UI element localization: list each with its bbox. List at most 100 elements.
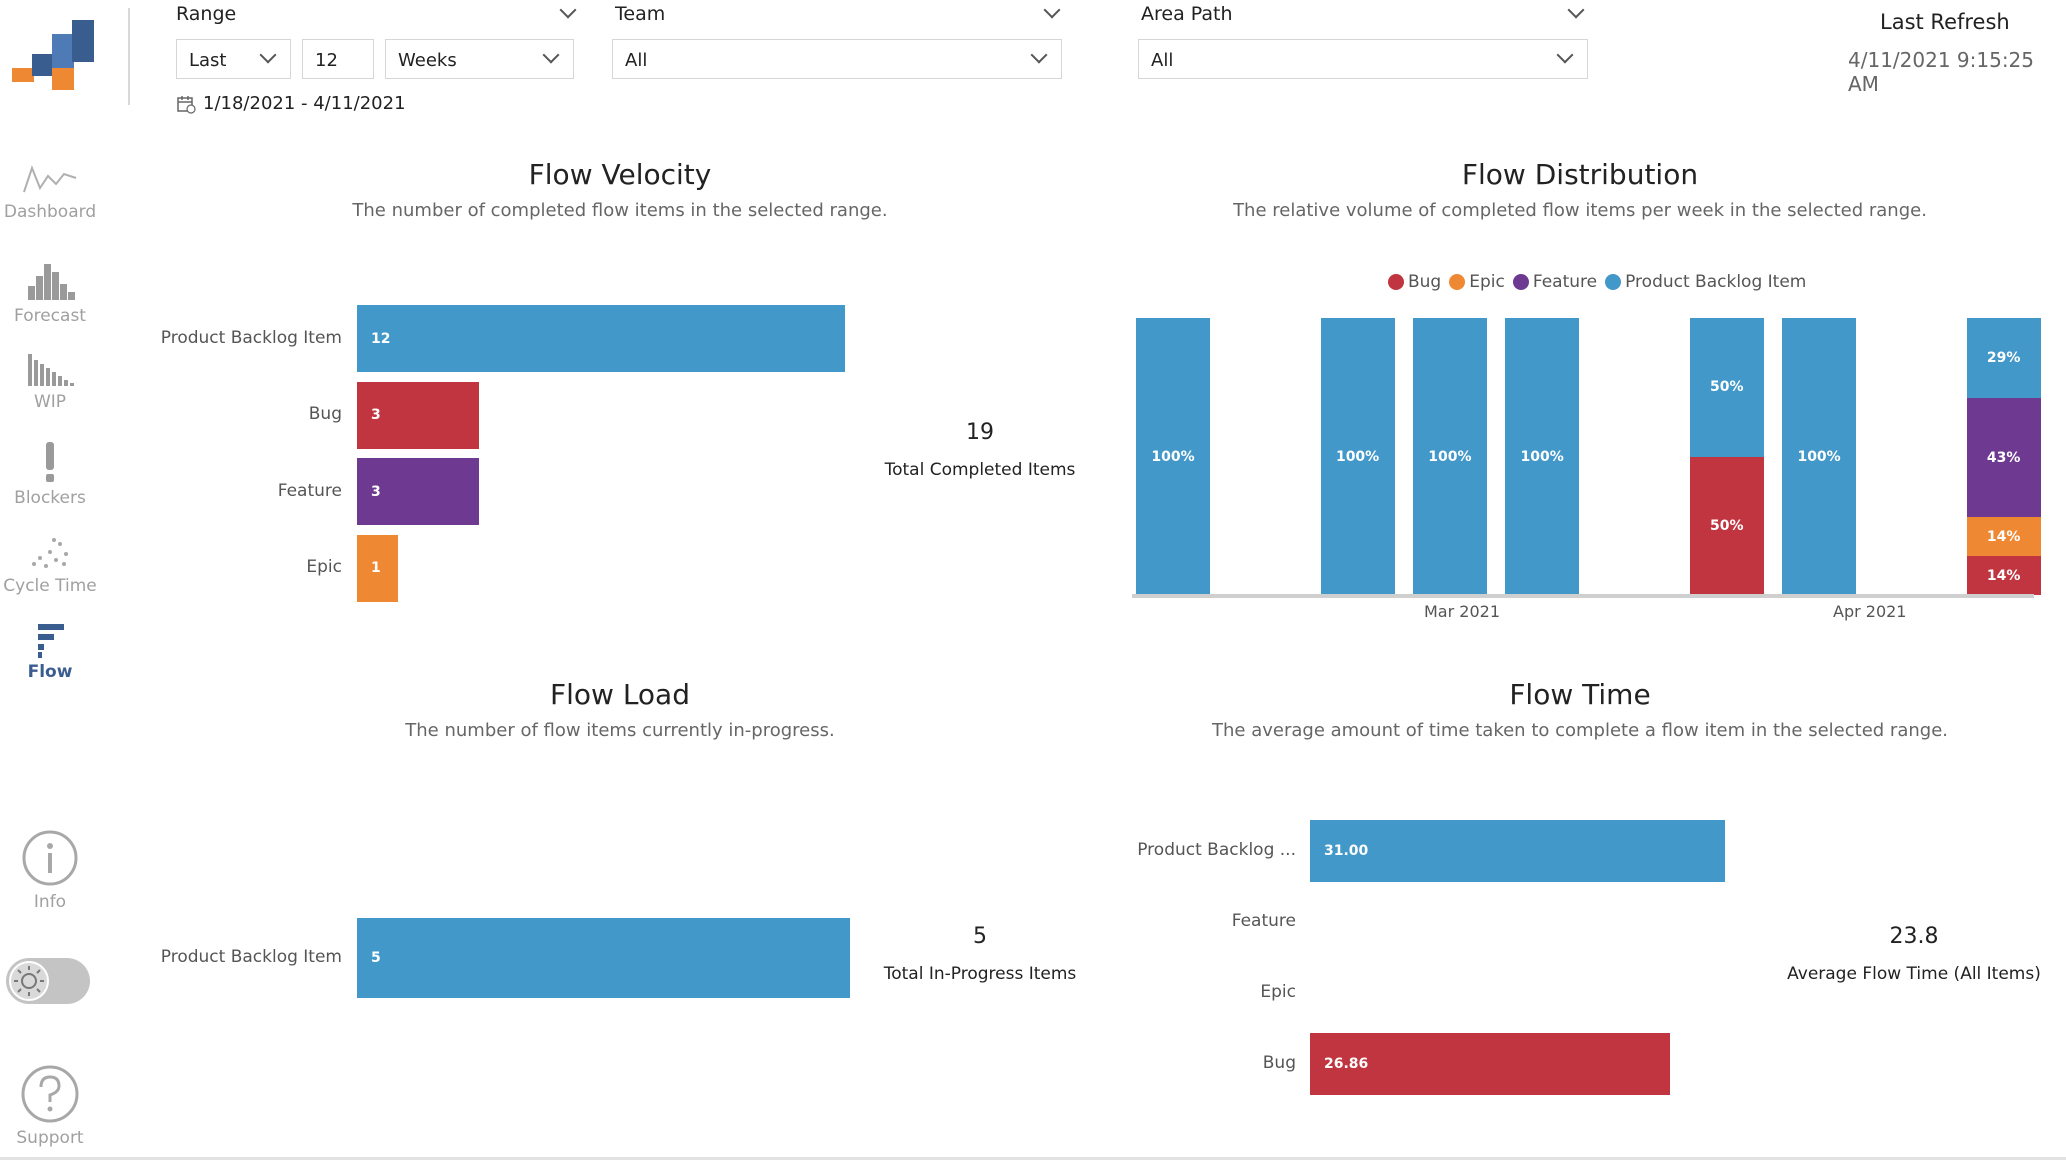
- category-label-epic: Epic: [1260, 982, 1296, 1002]
- bar-epic[interactable]: 1: [357, 534, 398, 602]
- nav-wip[interactable]: WIP: [0, 352, 100, 412]
- chevron-down-icon: [1030, 46, 1048, 64]
- segment-percent-label: 14%: [1986, 528, 2021, 545]
- segment-percent-label: 50%: [1710, 517, 1744, 534]
- category-label-product-backlog-item: Product Backlog Item: [160, 947, 342, 967]
- flow-load-subtitle: The number of flow items currently in-pr…: [405, 720, 835, 741]
- flow-velocity-title: Flow Velocity: [528, 158, 712, 191]
- team-collapse-chevron-icon[interactable]: [1043, 1, 1061, 19]
- segment-percent-label: 100%: [1428, 448, 1472, 465]
- bar-value-label: 31.00: [1324, 843, 1369, 859]
- legend-item-bug[interactable]: Bug: [1388, 272, 1441, 292]
- flow-bars-icon: [38, 624, 64, 658]
- dashboard-line-icon: [23, 165, 77, 193]
- segment-product-backlog-item[interactable]: 50%: [1689, 318, 1764, 457]
- legend-dot-epic: [1449, 274, 1466, 290]
- segment-percent-label: 14%: [1986, 567, 2021, 584]
- range-count-input[interactable]: 12: [302, 39, 374, 79]
- bar-bug[interactable]: 3: [357, 381, 480, 449]
- bar-value-label: 5: [371, 950, 381, 966]
- segment-percent-label: 100%: [1335, 448, 1380, 465]
- team-label: Team: [615, 3, 666, 25]
- legend-item-epic[interactable]: Epic: [1449, 272, 1505, 292]
- legend-dot-feature: [1512, 274, 1529, 290]
- bar-feature[interactable]: 3: [357, 458, 480, 525]
- flow-time-subtitle: The average amount of time taken to comp…: [1212, 720, 1948, 741]
- flow-velocity-subtitle: The number of completed flow items in th…: [352, 200, 888, 221]
- segment-product-backlog-item[interactable]: 100%: [1136, 318, 1210, 595]
- legend-label-pbi: Product Backlog Item: [1625, 272, 1807, 292]
- nav-forecast-label: Forecast: [14, 306, 86, 326]
- toggle-knob: [9, 961, 49, 1001]
- segment-epic[interactable]: 14%: [1966, 517, 2041, 557]
- time-kpi-value: 23.8: [1889, 924, 1939, 949]
- bar-product-backlog-item[interactable]: 5: [357, 918, 850, 998]
- nav-forecast[interactable]: Forecast: [0, 262, 100, 326]
- velocity-kpi-value: 19: [966, 420, 994, 445]
- bar-value-label: 3: [371, 483, 381, 500]
- range-unit-value: Weeks: [398, 50, 457, 71]
- segment-product-backlog-item[interactable]: 100%: [1505, 318, 1580, 595]
- category-label-bug: Bug: [1262, 1053, 1296, 1073]
- info-icon: [22, 830, 78, 886]
- segment-feature[interactable]: 43%: [1966, 398, 2041, 518]
- range-dates: 1/18/2021 - 4/11/2021: [203, 93, 406, 114]
- nav-cycle-time-label: Cycle Time: [3, 576, 97, 596]
- sidebar: Dashboard Forecast WIP Blockers Cycle Ti…: [0, 0, 130, 1160]
- sun-icon: [14, 966, 44, 996]
- segment-product-backlog-item[interactable]: 100%: [1320, 318, 1395, 595]
- area-path-value: All: [1151, 50, 1174, 71]
- segment-product-backlog-item[interactable]: 100%: [1412, 318, 1487, 595]
- legend-label-feature: Feature: [1532, 272, 1598, 292]
- category-label-product-backlog: Product Backlog ...: [1137, 840, 1296, 860]
- team-select[interactable]: All: [612, 39, 1062, 79]
- range-unit-select[interactable]: Weeks: [385, 39, 574, 79]
- legend-label-epic: Epic: [1469, 272, 1505, 292]
- range-collapse-chevron-icon[interactable]: [559, 1, 577, 19]
- nav-flow-label: Flow: [27, 662, 73, 682]
- segment-percent-label: 43%: [1986, 449, 2021, 466]
- chevron-down-icon: [259, 46, 277, 64]
- load-kpi-label: Total In-Progress Items: [883, 964, 1077, 984]
- segment-bug[interactable]: 50%: [1689, 456, 1764, 595]
- velocity-kpi-label: Total Completed Items: [884, 460, 1076, 480]
- nav-support-label: Support: [16, 1128, 84, 1148]
- chevron-down-icon: [542, 46, 560, 64]
- last-refresh-time: 4/11/2021 9:15:25 AM: [1848, 48, 2035, 96]
- segment-product-backlog-item[interactable]: 100%: [1782, 318, 1857, 595]
- calendar-icon[interactable]: [176, 94, 196, 114]
- nav-support[interactable]: Support: [0, 1064, 100, 1148]
- segment-percent-label: 50%: [1710, 379, 1744, 396]
- bar-product-backlog[interactable]: 31.00: [1310, 820, 1726, 882]
- category-label-epic: Epic: [306, 557, 342, 577]
- range-mode-value: Last: [189, 50, 227, 71]
- distribution-baseline: [1132, 594, 2034, 598]
- legend-dot-pbi: [1605, 274, 1622, 290]
- category-label-feature: Feature: [1231, 911, 1296, 931]
- segment-product-backlog-item[interactable]: 29%: [1966, 318, 2041, 399]
- area-path-select[interactable]: All: [1138, 39, 1588, 79]
- legend-item-pbi[interactable]: Product Backlog Item: [1605, 272, 1806, 292]
- distribution-legend: Bug Epic Feature Product Backlog Item: [1388, 272, 1814, 292]
- segment-percent-label: 100%: [1797, 448, 1841, 465]
- segment-percent-label: 100%: [1520, 448, 1564, 465]
- bar-value-label: 3: [371, 407, 381, 423]
- category-label-feature: Feature: [277, 480, 342, 501]
- help-icon: [21, 1065, 79, 1123]
- bar-bug[interactable]: 26.86: [1310, 1033, 1670, 1095]
- nav-dashboard-label: Dashboard: [3, 202, 97, 222]
- nav-dashboard[interactable]: Dashboard: [0, 162, 100, 222]
- nav-info[interactable]: Info: [0, 828, 100, 912]
- area-path-label: Area Path: [1141, 3, 1233, 25]
- category-label-product-backlog-item: Product Backlog Item: [160, 327, 342, 348]
- bar-product-backlog-item[interactable]: 12: [357, 305, 846, 372]
- segment-bug[interactable]: 14%: [1966, 556, 2041, 595]
- nav-flow[interactable]: Flow: [0, 622, 100, 682]
- area-path-collapse-chevron-icon[interactable]: [1567, 1, 1585, 19]
- range-mode-select[interactable]: Last: [176, 39, 291, 79]
- flow-distribution-title: Flow Distribution: [1461, 158, 1699, 191]
- team-value: All: [625, 50, 648, 71]
- exclamation-icon: [46, 442, 54, 482]
- forecast-bars-icon: [28, 264, 75, 300]
- legend-item-feature[interactable]: Feature: [1512, 272, 1598, 292]
